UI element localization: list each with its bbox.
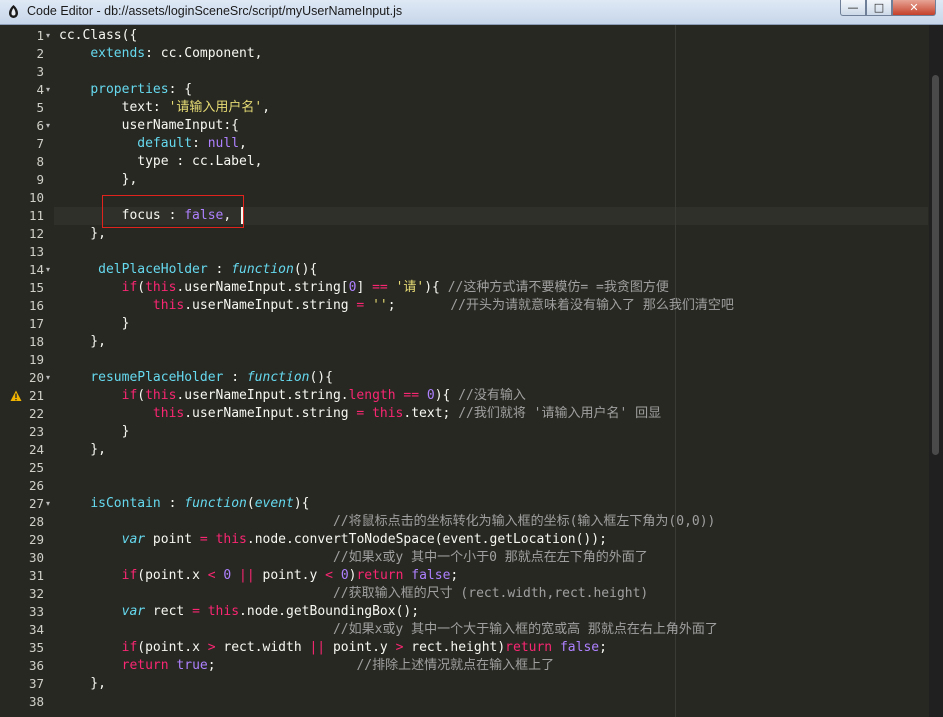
- code-line: var rect = this.node.getBoundingBox();: [121, 604, 420, 619]
- code-line: if(this.userNameInput.string.length == 0…: [121, 388, 526, 403]
- code-line: },: [59, 442, 106, 457]
- code-line: cc.Class({: [59, 28, 138, 43]
- vertical-scrollbar[interactable]: [929, 25, 943, 717]
- maximize-button[interactable]: □: [866, 0, 892, 16]
- text-cursor: [241, 207, 243, 224]
- code-line: if(point.x < 0 || point.y < 0)return fal…: [121, 568, 459, 583]
- code-line: }: [59, 424, 130, 439]
- code-line: text: '请输入用户名',: [59, 100, 271, 115]
- code-content[interactable]: cc.Class({ extends: cc.Component, proper…: [0, 25, 930, 717]
- title-bar[interactable]: Code Editor - db://assets/loginSceneSrc/…: [0, 0, 943, 25]
- code-line: },: [59, 676, 106, 691]
- highlight-annotation-box: [102, 195, 244, 228]
- code-line: type : cc.Label,: [59, 154, 263, 169]
- code-line: //获取输入框的尺寸 (rect.width,rect.height): [332, 586, 649, 601]
- code-line: default: null,: [137, 136, 247, 151]
- window-title: Code Editor - db://assets/loginSceneSrc/…: [27, 4, 403, 18]
- code-line: },: [59, 172, 138, 187]
- code-line: this.userNameInput.string = this.text; /…: [152, 406, 662, 421]
- code-line: isContain : function(event){: [90, 496, 310, 511]
- code-line: properties: {: [90, 82, 193, 97]
- minimize-button[interactable]: —: [840, 0, 866, 16]
- code-line: resumePlaceHolder : function(){: [90, 370, 333, 385]
- code-line: if(point.x > rect.width || point.y > rec…: [121, 640, 607, 655]
- code-line: },: [59, 334, 106, 349]
- code-editor-window: Code Editor - db://assets/loginSceneSrc/…: [0, 0, 943, 717]
- code-line: delPlaceHolder : function(){: [98, 262, 318, 277]
- scrollbar-thumb[interactable]: [932, 75, 939, 455]
- code-line: extends: cc.Component,: [90, 46, 263, 61]
- code-line: var point = this.node.convertToNodeSpace…: [121, 532, 607, 547]
- code-line: //将鼠标点击的坐标转化为输入框的坐标(输入框左下角为(0,0)): [332, 514, 716, 529]
- close-button[interactable]: ✕: [892, 0, 936, 16]
- code-line: //如果x或y 其中一个大于输入框的宽或高 那就点在右上角外面了: [332, 622, 718, 637]
- code-line: }: [59, 316, 130, 331]
- code-editor-area[interactable]: 1 ▾ 2 3 4 ▾ 5 6 ▾ 7 8 9 10 11 12 13 14 ▾ 15 16 17 18 19 20 ▾ 21 22…: [0, 25, 943, 717]
- code-editor-logo-icon: [9, 5, 18, 18]
- code-line: },: [59, 226, 106, 241]
- code-line: this.userNameInput.string = ''; //开头为请就意…: [152, 298, 734, 313]
- code-line: if(this.userNameInput.string[0] == '请'){…: [121, 280, 669, 295]
- code-line: return true; //排除上述情况就点在输入框上了: [121, 658, 555, 673]
- code-line: userNameInput:{: [59, 118, 240, 133]
- code-line: //如果x或y 其中一个小于0 那就点在左下角的外面了: [332, 550, 648, 565]
